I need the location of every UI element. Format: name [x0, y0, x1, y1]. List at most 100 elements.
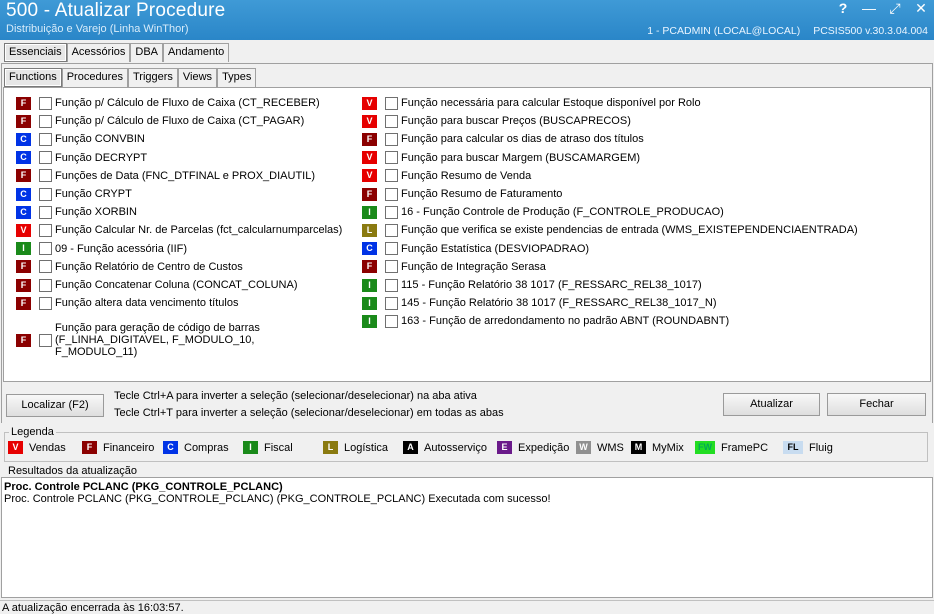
function-checkbox[interactable] [385, 278, 398, 292]
function-label: 09 - Função acessória (IIF) [55, 242, 188, 255]
function-checkbox[interactable] [385, 242, 398, 256]
module-badge-f: F [362, 187, 377, 201]
left-function-item[interactable]: C Função XORBIN [16, 204, 137, 220]
function-checkbox[interactable] [39, 223, 52, 237]
right-function-item[interactable]: I 115 - Função Relatório 38 1017 (F_RESSA… [362, 277, 702, 293]
results-header: Proc. Controle PCLANC (PKG_CONTROLE_PCLA… [4, 481, 283, 493]
function-checkbox[interactable] [39, 151, 52, 165]
right-function-item[interactable]: I 145 - Função Relatório 38 1017 (F_RESSA… [362, 295, 717, 311]
help-icon[interactable]: ? [836, 0, 850, 16]
function-checkbox[interactable] [385, 260, 398, 274]
tab-views[interactable]: Views [177, 68, 218, 87]
legend-label: Fluig [809, 441, 833, 454]
function-label: Função necessária para calcular Estoque … [401, 97, 701, 109]
tab-types[interactable]: Types [217, 68, 257, 87]
close-icon[interactable]: ✕ [914, 0, 928, 16]
function-checkbox[interactable] [385, 151, 398, 165]
module-badge-i: I [362, 278, 377, 292]
right-function-item[interactable]: F Função de Integração Serasa [362, 259, 546, 275]
legend-badge-v: V [8, 441, 23, 454]
function-label: 16 - Função Controle de Produção (F_CONT… [401, 206, 724, 219]
left-function-item[interactable]: F Funções de Data (FNC_DTFINAL e PROX_DIA… [16, 168, 315, 184]
tab-procedures[interactable]: Procedures [61, 68, 128, 87]
module-badge-f: F [16, 278, 31, 292]
function-checkbox[interactable] [385, 223, 398, 237]
function-checkbox[interactable] [39, 296, 52, 310]
tab-dba[interactable]: DBA [130, 43, 163, 62]
right-function-item[interactable]: V Função para buscar Margem (BUSCAMARGEM) [362, 150, 640, 166]
left-function-item[interactable]: C Função CRYPT [16, 186, 132, 202]
tab-andamento[interactable]: Andamento [163, 43, 230, 62]
left-function-item[interactable]: C Função DECRYPT [16, 150, 147, 166]
function-label: Função XORBIN [55, 206, 137, 219]
function-checkbox[interactable] [39, 278, 52, 292]
function-checkbox[interactable] [385, 114, 398, 128]
function-checkbox[interactable] [39, 114, 52, 128]
module-badge-c: C [362, 242, 377, 256]
right-function-item[interactable]: I 16 - Função Controle de Produção (F_CON… [362, 204, 724, 220]
function-label: 145 - Função Relatório 38 1017 (F_RESSAR… [401, 297, 717, 310]
results-box[interactable]: Proc. Controle PCLANC (PKG_CONTROLE_PCLA… [1, 477, 933, 598]
left-function-item[interactable]: F Função p/ Cálculo de Fluxo de Caixa (CT… [16, 95, 320, 111]
legend-item-framepc: FW FramePC [695, 441, 768, 454]
function-checkbox[interactable] [39, 205, 52, 219]
function-checkbox[interactable] [385, 96, 398, 110]
localizar-button[interactable]: Localizar (F2) [6, 394, 104, 417]
function-label: Função p/ Cálculo de Fluxo de Caixa (CT_… [55, 115, 305, 128]
left-function-item[interactable]: F Função Concatenar Coluna (CONCAT_COLUNA… [16, 277, 298, 293]
minimize-icon[interactable]: — [862, 0, 876, 16]
right-function-item[interactable]: I 163 - Função de arredondamento no padrã… [362, 313, 729, 329]
function-checkbox[interactable] [385, 296, 398, 310]
function-label: Função altera data vencimento títulos [55, 297, 239, 310]
legend-label: Compras [184, 441, 229, 454]
module-badge-f: F [362, 132, 377, 146]
tab-acessorios[interactable]: Acessórios [66, 43, 131, 62]
legend-label: Expedição [518, 441, 570, 454]
tab-triggers[interactable]: Triggers [127, 68, 178, 87]
legend-badge-c: C [163, 441, 178, 454]
legend-badge-fw: FW [695, 441, 715, 454]
function-checkbox[interactable] [385, 187, 398, 201]
function-checkbox[interactable] [385, 205, 398, 219]
left-function-item[interactable]: F Função altera data vencimento títulos [16, 295, 238, 311]
function-checkbox[interactable] [39, 242, 52, 256]
right-function-item[interactable]: V Função para buscar Preços (BUSCAPRECOS) [362, 113, 631, 129]
function-checkbox[interactable] [39, 96, 52, 110]
left-function-item[interactable]: I 09 - Função acessória (IIF) [16, 241, 187, 257]
legend-badge-i: I [243, 441, 258, 454]
module-badge-v: V [362, 96, 377, 110]
atualizar-button[interactable]: Atualizar [723, 393, 820, 416]
function-checkbox[interactable] [385, 132, 398, 146]
right-function-item[interactable]: V Função Resumo de Venda [362, 168, 531, 184]
left-function-item[interactable]: F Função Relatório de Centro de Custos [16, 259, 243, 275]
left-function-item[interactable]: F Função para geração de código de barras… [16, 319, 285, 361]
left-function-item[interactable]: C Função CONVBIN [16, 131, 145, 147]
version-label: PCSIS500 v.30.3.04.004 [813, 25, 928, 37]
function-checkbox[interactable] [39, 132, 52, 146]
function-checkbox[interactable] [39, 260, 52, 274]
function-checkbox[interactable] [39, 169, 52, 183]
left-function-item[interactable]: V Função Calcular Nr. de Parcelas (fct_ca… [16, 222, 342, 238]
legend-label: Vendas [29, 441, 66, 454]
function-checkbox[interactable] [39, 187, 52, 201]
right-function-item[interactable]: C Função Estatística (DESVIOPADRAO) [362, 241, 589, 257]
legend-item-expedição: E Expedição [497, 441, 569, 454]
function-checkbox[interactable] [385, 169, 398, 183]
right-function-item[interactable]: V Função necessária para calcular Estoque… [362, 95, 701, 111]
function-checkbox[interactable] [39, 333, 52, 347]
legend-item-logística: L Logística [323, 441, 388, 454]
fechar-button[interactable]: Fechar [827, 393, 926, 416]
legend-label: MyMix [652, 441, 684, 454]
module-badge-f: F [16, 114, 31, 128]
sub-tabs: Functions Procedures Triggers Views Type… [4, 68, 257, 87]
right-function-item[interactable]: F Função para calcular os dias de atraso … [362, 131, 644, 147]
left-function-item[interactable]: F Função p/ Cálculo de Fluxo de Caixa (CT… [16, 113, 304, 129]
tab-functions[interactable]: Functions [4, 68, 62, 87]
module-badge-f: F [16, 96, 31, 110]
right-function-item[interactable]: L Função que verifica se existe pendencia… [362, 222, 858, 238]
function-checkbox[interactable] [385, 314, 398, 328]
right-function-item[interactable]: F Função Resumo de Faturamento [362, 186, 562, 202]
maximize-icon[interactable]: ⤢ [888, 0, 902, 16]
tab-essenciais[interactable]: Essenciais [4, 43, 67, 62]
module-badge-c: C [16, 132, 31, 146]
